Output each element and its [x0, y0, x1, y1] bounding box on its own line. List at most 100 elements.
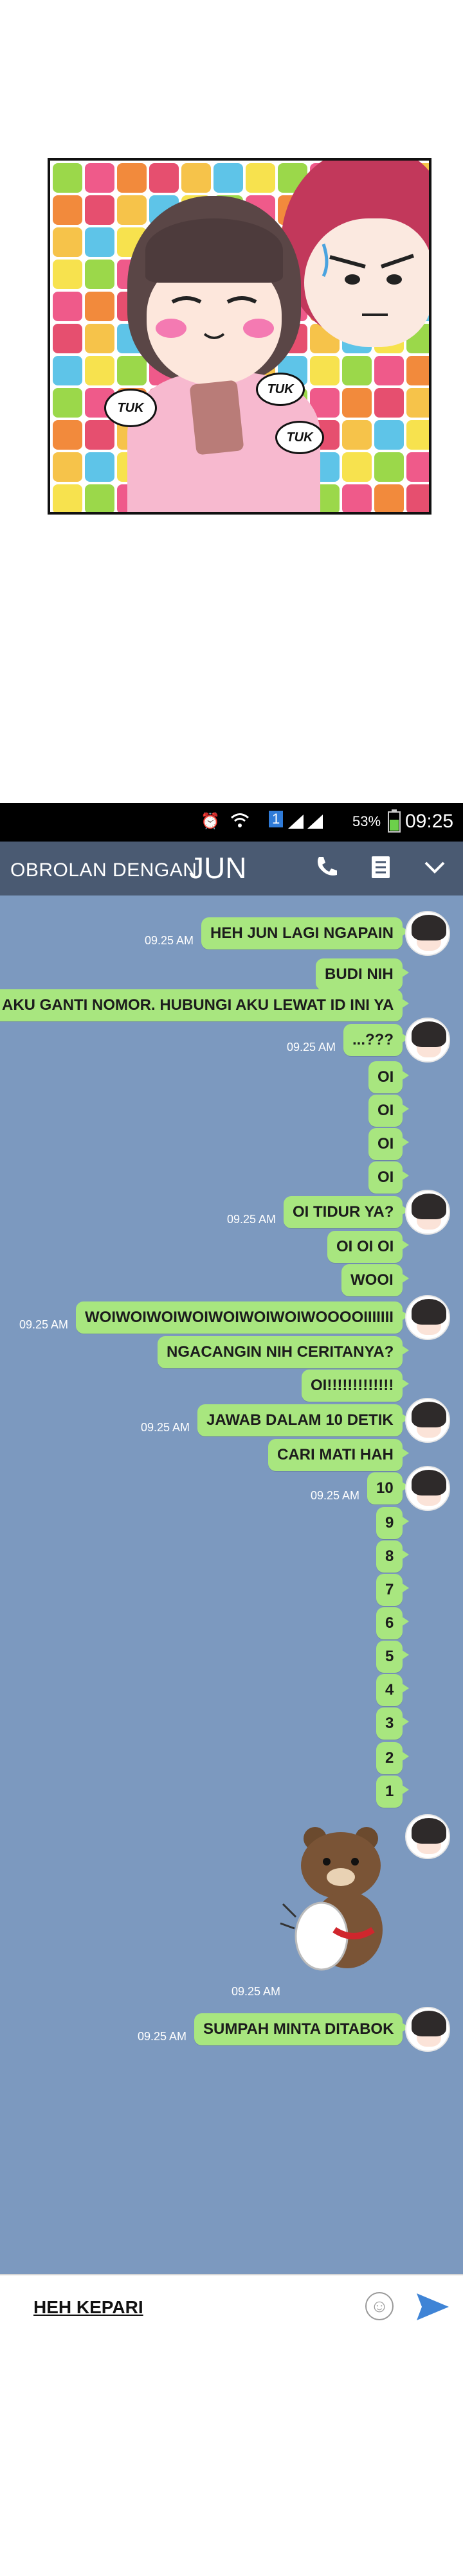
background-tile [53, 388, 82, 418]
background-tile [246, 163, 275, 193]
sender-avatar[interactable] [405, 1190, 450, 1235]
chat-app-screenshot: ⏰ 1 53% 09:25 OBROLAN DENGAN JUN HEH JUN… [0, 803, 463, 2340]
message-timestamp: 09.25 AM [141, 1421, 190, 1434]
background-tile [85, 324, 114, 353]
background-tile [342, 388, 372, 418]
sfx-tuk-left: TUK [104, 389, 157, 427]
chevron-down-icon[interactable] [421, 854, 449, 883]
background-tile [85, 484, 114, 512]
notes-icon[interactable] [367, 854, 395, 883]
background-tile [53, 324, 82, 353]
contact-name: JUN [189, 851, 247, 885]
message-bubble[interactable]: 9 [376, 1507, 410, 1539]
message-bubble[interactable]: 10 [367, 1472, 409, 1504]
background-tile [85, 260, 114, 289]
background-tile [117, 356, 147, 385]
message-bubble[interactable]: 5 [376, 1641, 410, 1673]
annoyed-face-illustration [322, 243, 414, 316]
message-bubble[interactable]: 7 [376, 1574, 410, 1606]
girl-bangs [145, 218, 283, 283]
message-bubble[interactable]: WOIWOIWOIWOIWOIWOIWOIWOOOOIIIIIII [76, 1301, 409, 1334]
background-tile [181, 163, 211, 193]
sender-avatar[interactable] [405, 2007, 450, 2052]
message-list[interactable]: HEH JUN LAGI NGAPAIN 09.25 AM BUDI NIH AKU … [0, 895, 463, 2277]
message-bubble[interactable]: 4 [376, 1674, 410, 1706]
bear-sticker-icon[interactable] [277, 1821, 405, 1981]
sim-indicator: 1 [269, 811, 284, 827]
background-tile [342, 484, 372, 512]
background-tile [406, 484, 429, 512]
background-tile [117, 195, 147, 225]
background-tile [85, 292, 114, 321]
background-tile [85, 452, 114, 482]
message-bubble[interactable]: 8 [376, 1540, 410, 1573]
background-tile [374, 452, 404, 482]
message-bubble[interactable]: HEH JUN LAGI NGAPAIN [201, 917, 409, 949]
background-tile [85, 356, 114, 385]
message-bubble[interactable]: NGACANGIN NIH CERITANYA? [158, 1336, 410, 1368]
background-tile [53, 227, 82, 257]
sender-avatar[interactable] [405, 1466, 450, 1511]
background-tile [53, 163, 82, 193]
message-bubble[interactable]: OI [368, 1161, 410, 1194]
background-tile [406, 452, 429, 482]
emoji-icon[interactable]: ☺ [365, 2292, 394, 2320]
message-bubble[interactable]: CARI MATI HAH [268, 1439, 409, 1471]
background-tile [374, 484, 404, 512]
message-bubble[interactable]: OI [368, 1128, 410, 1160]
message-bubble[interactable]: OI [368, 1061, 410, 1093]
message-timestamp: 09.25 AM [287, 1041, 336, 1054]
background-tile [53, 484, 82, 512]
background-tile [85, 227, 114, 257]
background-tile [213, 163, 243, 193]
battery-percent: 53% [352, 813, 381, 829]
message-input-bar: HEH KEPARI ☺ [0, 2274, 463, 2340]
signal-icon [287, 812, 325, 834]
background-tile [53, 292, 82, 321]
message-input[interactable]: HEH KEPARI [33, 2297, 143, 2318]
sender-avatar[interactable] [405, 911, 450, 956]
background-tile [53, 420, 82, 450]
background-tile [53, 195, 82, 225]
status-bar: ⏰ 1 53% 09:25 [0, 803, 463, 842]
background-tile [342, 356, 372, 385]
message-timestamp: 09.25 AM [145, 934, 194, 947]
clock-time: 09:25 [405, 811, 454, 832]
background-tile [85, 420, 114, 450]
background-tile [342, 420, 372, 450]
message-bubble[interactable]: 6 [376, 1607, 410, 1639]
message-bubble[interactable]: 2 [376, 1742, 410, 1774]
phone-icon[interactable] [313, 854, 341, 883]
phone-in-hands-icon [189, 380, 244, 455]
background-tile [406, 388, 429, 418]
background-tile [374, 356, 404, 385]
background-tile [310, 356, 340, 385]
background-tile [85, 195, 114, 225]
background-tile [117, 163, 147, 193]
sender-avatar[interactable] [405, 1814, 450, 1859]
message-bubble[interactable]: OI [368, 1095, 410, 1127]
sender-avatar[interactable] [405, 1295, 450, 1340]
message-bubble[interactable]: BUDI NIH [316, 958, 409, 991]
message-timestamp: 09.25 AM [138, 2030, 187, 2043]
message-bubble[interactable]: OI TIDUR YA? [284, 1196, 410, 1228]
message-bubble[interactable]: ...??? [343, 1024, 409, 1056]
message-bubble[interactable]: SUMPAH MINTA DITABOK [194, 2013, 410, 2045]
sfx-tuk-top-right: TUK [256, 373, 305, 406]
message-bubble[interactable]: AKU GANTI NOMOR. HUBUNGI AKU LEWAT ID IN… [0, 989, 410, 1021]
message-bubble[interactable]: OI OI OI [327, 1231, 410, 1263]
background-tile [85, 163, 114, 193]
message-bubble[interactable]: JAWAB DALAM 10 DETIK [197, 1404, 409, 1436]
message-timestamp: 09.25 AM [227, 1213, 277, 1226]
sender-avatar[interactable] [405, 1398, 450, 1443]
sticker-timestamp: 09.25 AM [232, 1985, 281, 1998]
comic-panel: TUK TUK TUK [48, 158, 431, 515]
message-bubble[interactable]: WOOI [341, 1264, 409, 1296]
message-bubble[interactable]: 1 [376, 1776, 410, 1808]
sender-avatar[interactable] [405, 1018, 450, 1063]
background-tile [53, 452, 82, 482]
message-bubble[interactable]: OI!!!!!!!!!!!!! [302, 1370, 410, 1402]
chat-header: OBROLAN DENGAN JUN [0, 842, 463, 895]
message-bubble[interactable]: 3 [376, 1707, 410, 1740]
send-icon[interactable] [415, 2291, 450, 2323]
